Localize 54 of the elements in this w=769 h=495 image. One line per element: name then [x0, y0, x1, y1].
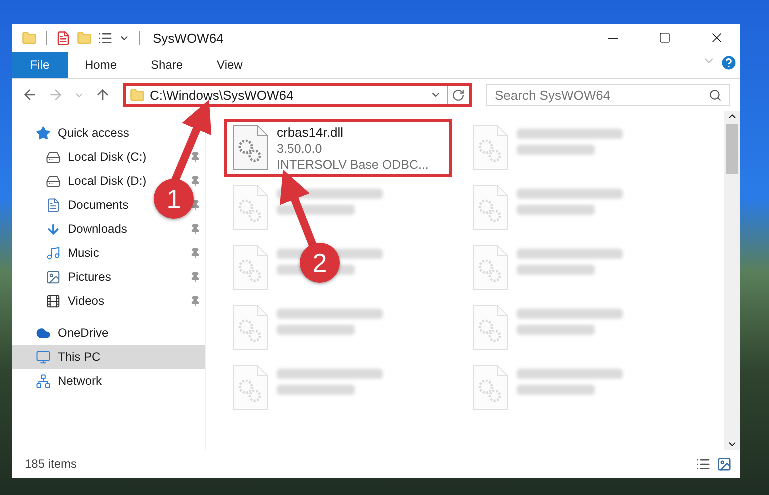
- nav-item[interactable]: This PC: [12, 345, 205, 369]
- file-gear-icon: [473, 185, 509, 231]
- maximize-icon: [659, 32, 671, 44]
- ribbon-tab[interactable]: Share: [134, 52, 200, 78]
- ribbon-tab[interactable]: File: [12, 52, 68, 78]
- nav-item[interactable]: Network: [12, 369, 108, 393]
- item-count: 185 items: [25, 457, 78, 471]
- file-gear-icon: [473, 305, 509, 351]
- file-gear-icon: [233, 185, 269, 231]
- window-title: SysWOW64: [153, 30, 225, 46]
- nav-item[interactable]: Videos: [12, 289, 110, 313]
- file-gear-icon: [233, 125, 269, 171]
- search-field[interactable]: Search SysWOW64: [486, 84, 730, 106]
- search-icon: [709, 88, 722, 102]
- film-icon: [46, 294, 61, 308]
- file-gear-icon: [233, 245, 269, 291]
- file-gear-icon: [473, 365, 509, 411]
- large-icons-view-icon[interactable]: [717, 456, 732, 472]
- file-gear-icon: [473, 125, 509, 171]
- cloud-icon: [36, 326, 51, 340]
- file-item[interactable]: crbas14r.dll 3.50.0.0 INTERSOLV Base ODBC...: [224, 119, 452, 177]
- music-note-icon: [46, 246, 61, 260]
- ribbon-tab[interactable]: View: [200, 52, 260, 78]
- file-detail: 3.50.0.0: [277, 141, 324, 157]
- nav-item[interactable]: Downloads: [12, 217, 134, 241]
- folder-icon: [130, 88, 145, 102]
- nav-item[interactable]: Pictures: [12, 265, 118, 289]
- drive-icon: [46, 174, 61, 188]
- folder-icon: [22, 30, 37, 46]
- picture-icon: [46, 270, 61, 284]
- file-name: crbas14r.dll: [277, 125, 344, 141]
- refresh-icon: [452, 88, 465, 102]
- nav-item[interactable]: Music: [12, 241, 106, 265]
- scrollbar[interactable]: [724, 111, 740, 450]
- nav-item[interactable]: Local Disk (C:): [12, 145, 153, 169]
- file-detail: INTERSOLV Base ODBC...: [277, 157, 429, 173]
- view-icon[interactable]: [98, 30, 113, 46]
- network-icon: [36, 374, 51, 388]
- ribbon-tab[interactable]: Home: [68, 52, 134, 78]
- file-gear-icon: [233, 365, 269, 411]
- star-icon: [36, 126, 51, 140]
- nav-item[interactable]: Quick access: [12, 121, 136, 145]
- scroll-thumb[interactable]: [726, 124, 738, 174]
- address-bar[interactable]: C:\Windows\SysWOW64: [123, 83, 472, 107]
- nav-item[interactable]: Documents: [12, 193, 135, 217]
- file-gear-icon: [473, 245, 509, 291]
- nav-item[interactable]: OneDrive: [12, 321, 115, 345]
- file-gear-icon: [233, 305, 269, 351]
- download-icon: [46, 222, 61, 236]
- document-icon: [46, 198, 61, 212]
- details-view-icon[interactable]: [696, 456, 711, 472]
- drive-icon: [46, 150, 61, 164]
- nav-item[interactable]: Local Disk (D:): [12, 169, 153, 193]
- monitor-icon: [36, 350, 51, 364]
